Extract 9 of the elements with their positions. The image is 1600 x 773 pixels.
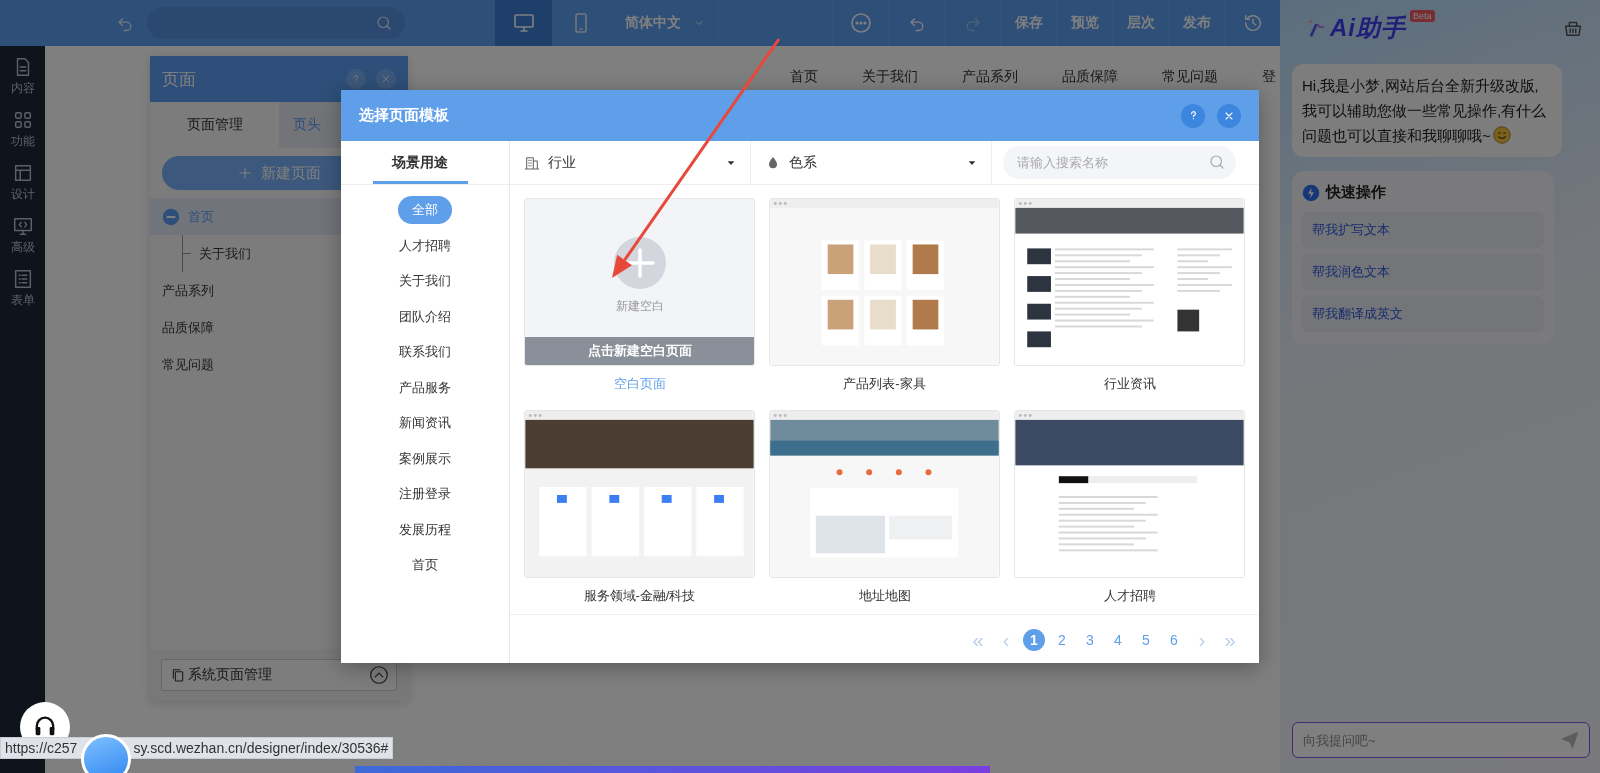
card-caption: 新建空白 [615, 298, 664, 315]
url-text: https://c257 [5, 740, 78, 756]
assistant-logo: Ai助手 [1330, 13, 1406, 43]
quick-actions-title: 快速操作 [1326, 183, 1386, 202]
panel-title: 页面 [162, 68, 197, 91]
url-text: sy.scd.wezhan.cn/designer/index/30536# [133, 740, 389, 756]
beta-badge: Beta [1410, 10, 1435, 22]
dialog-title: 选择页面模板 [359, 106, 450, 125]
assistant-message: Hi,我是小梦,网站后台全新升级改版,我可以辅助您做一些常见操作,有什么问题也可以直接和我聊聊哦~ [1292, 64, 1562, 157]
